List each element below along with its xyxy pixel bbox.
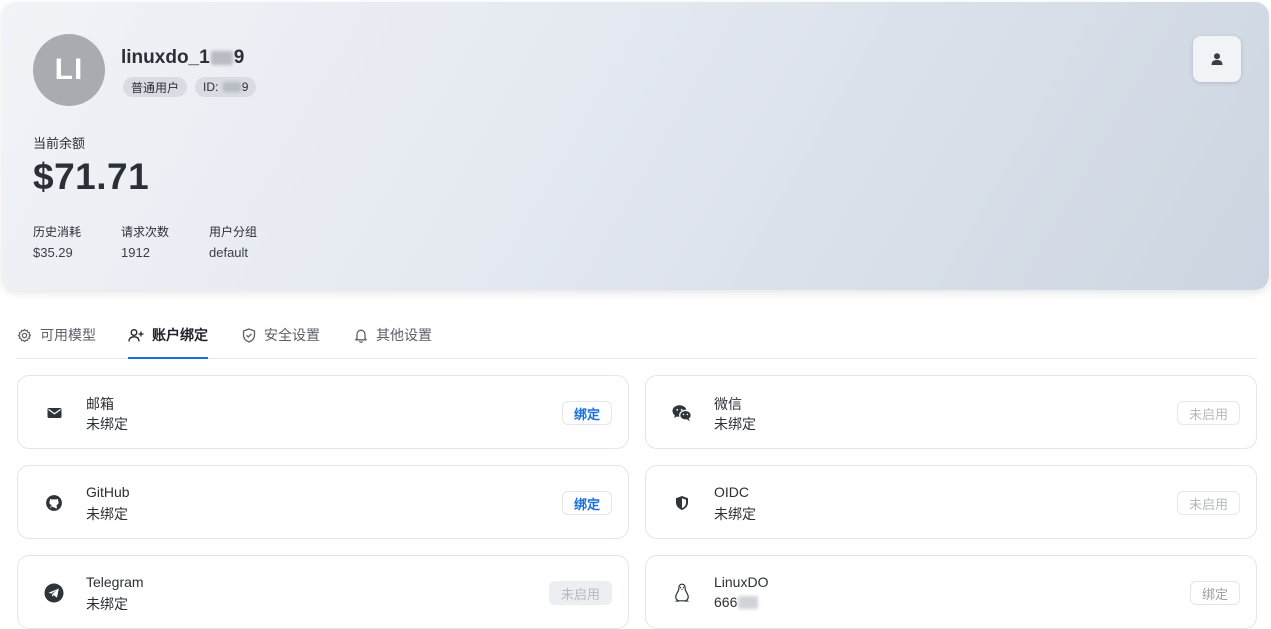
gear-icon — [17, 328, 32, 342]
redacted-blur — [738, 595, 759, 609]
role-badge: 普通用户 — [123, 77, 188, 97]
tab-label: 安全设置 — [264, 327, 320, 343]
penguin-icon — [672, 583, 692, 603]
redacted-blur — [210, 51, 233, 65]
oidc-disabled-button[interactable]: 未启用 — [1176, 491, 1240, 515]
binding-name: 邮箱 — [86, 396, 114, 412]
tab-available-models[interactable]: 可用模型 — [17, 312, 96, 358]
bell-icon — [355, 329, 367, 343]
tab-label: 其他设置 — [376, 327, 432, 343]
binding-status: 未绑定 — [86, 506, 128, 522]
telegram-icon — [44, 583, 64, 603]
profile-button[interactable] — [1193, 36, 1241, 82]
user-tags: 普通用户 ID: 9 — [123, 77, 257, 97]
stat-label: 用户分组 — [209, 225, 258, 239]
binding-status: 666 — [714, 594, 759, 610]
tab-label: 可用模型 — [40, 327, 96, 343]
binding-card-wechat: 微信 未绑定 未启用 — [645, 375, 1257, 449]
binding-card-telegram: Telegram 未绑定 未启用 — [17, 555, 629, 629]
bind-email-button[interactable]: 绑定 — [561, 401, 612, 425]
github-icon — [44, 493, 64, 513]
id-label: ID: — [203, 80, 222, 94]
balance-label: 当前余额 — [33, 136, 86, 151]
username-suffix: 9 — [233, 47, 245, 68]
binding-card-linuxdo: LinuxDO 666 绑定 — [645, 555, 1257, 629]
tab-security-settings[interactable]: 安全设置 — [242, 312, 320, 358]
binding-card-oidc: OIDC 未绑定 未启用 — [645, 465, 1257, 539]
shield-icon — [672, 493, 692, 513]
id-suffix: 9 — [241, 80, 249, 94]
stat-value: default — [209, 245, 249, 260]
bind-linuxdo-button[interactable]: 绑定 — [1189, 581, 1240, 605]
username: linuxdo_1 9 — [121, 47, 244, 69]
tab-account-binding[interactable]: 账户绑定 — [128, 312, 208, 359]
stat-label: 历史消耗 — [33, 225, 82, 239]
binding-name: 微信 — [714, 396, 742, 412]
telegram-disabled-button[interactable]: 未启用 — [548, 581, 612, 605]
binding-status: 未绑定 — [714, 506, 756, 522]
stat-value: $35.29 — [33, 245, 73, 260]
mail-icon — [44, 403, 64, 423]
redacted-blur — [222, 82, 241, 92]
user-icon — [1211, 53, 1223, 65]
binding-status-value: 666 — [714, 594, 738, 610]
binding-name: LinuxDO — [714, 574, 769, 590]
username-prefix: linuxdo_1 — [121, 47, 210, 68]
user-plus-icon — [128, 328, 144, 342]
binding-card-github: GitHub 未绑定 绑定 — [17, 465, 629, 539]
tab-other-settings[interactable]: 其他设置 — [354, 312, 432, 358]
avatar: LI — [33, 34, 105, 106]
binding-name: Telegram — [86, 574, 144, 590]
binding-name: GitHub — [86, 484, 130, 500]
stat-request-count: 请求次数 1912 — [121, 223, 169, 260]
wechat-disabled-button[interactable]: 未启用 — [1176, 401, 1240, 425]
stat-value: 1912 — [121, 245, 150, 260]
binding-status: 未绑定 — [714, 416, 756, 432]
stat-label: 请求次数 — [121, 225, 170, 239]
balance-value: $71.71 — [33, 156, 150, 197]
bind-github-button[interactable]: 绑定 — [561, 491, 612, 515]
binding-card-email: 邮箱 未绑定 绑定 — [17, 375, 629, 449]
binding-status: 未绑定 — [86, 596, 128, 612]
user-header-card: LI linuxdo_1 9 普通用户 ID: 9 当前余额 $71.71 历史… — [2, 2, 1269, 290]
shield-icon — [242, 327, 256, 343]
wechat-icon — [672, 403, 692, 423]
stat-user-group: 用户分组 default — [209, 223, 257, 260]
stat-history-cost: 历史消耗 $35.29 — [33, 223, 81, 260]
settings-tabs: 可用模型 账户绑定 安全设置 其他设置 — [17, 312, 1257, 359]
tab-label: 账户绑定 — [152, 327, 208, 343]
binding-status: 未绑定 — [86, 416, 128, 432]
binding-name: OIDC — [714, 484, 749, 500]
id-badge: ID: 9 — [195, 77, 257, 97]
